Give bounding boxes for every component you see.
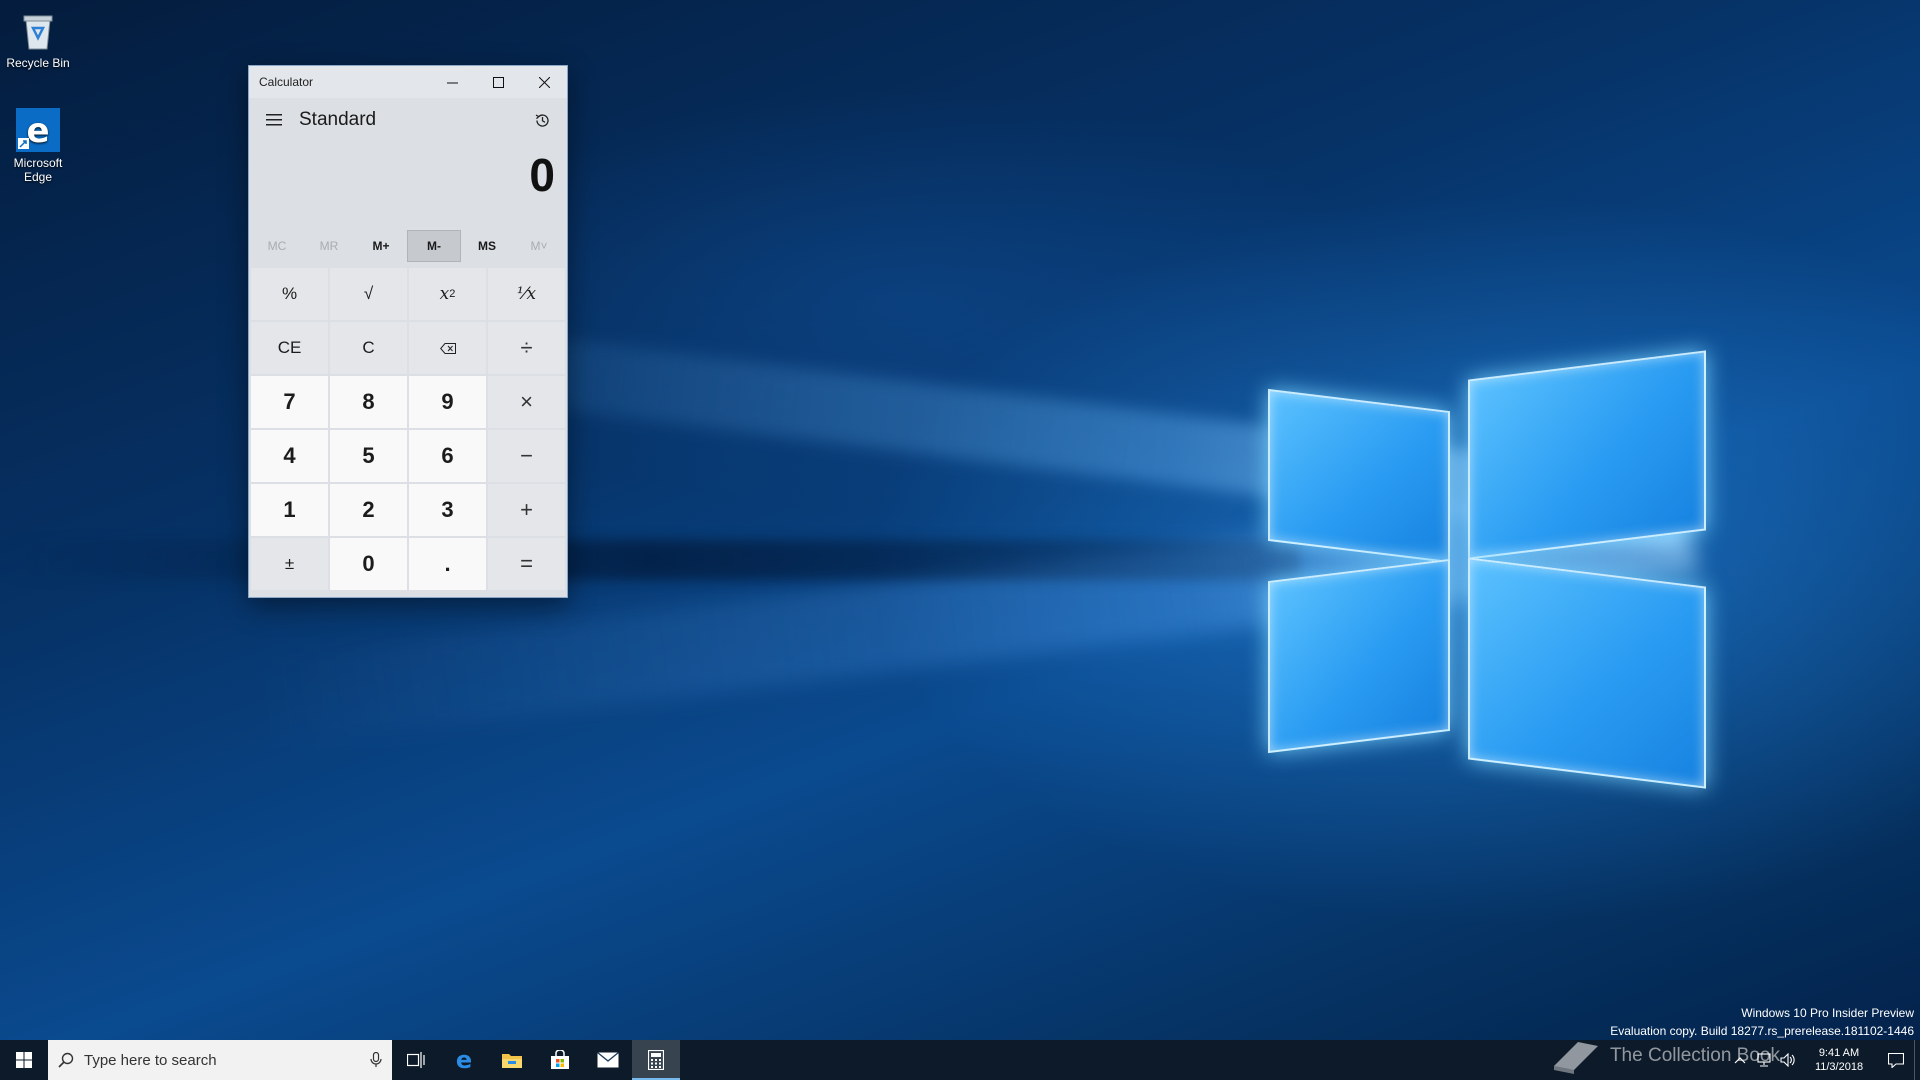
action-center-button[interactable]: [1878, 1040, 1914, 1080]
close-icon: [538, 76, 550, 88]
logo-pane: [1468, 557, 1706, 789]
taskbar-file-explorer[interactable]: [488, 1040, 536, 1080]
search-placeholder: Type here to search: [84, 1051, 217, 1069]
multiply-button[interactable]: ×: [488, 376, 565, 428]
notification-icon: [1888, 1052, 1904, 1068]
digit-4-button[interactable]: 4: [251, 430, 328, 482]
windows-logo-wallpaper: [1260, 340, 1710, 790]
hamburger-icon: [266, 114, 282, 126]
digit-3-button[interactable]: 3: [409, 484, 486, 536]
taskbar-mail[interactable]: [584, 1040, 632, 1080]
digit-2-button[interactable]: 2: [330, 484, 407, 536]
reciprocal-label: ⅟x: [516, 284, 537, 304]
digit-8-button[interactable]: 8: [330, 376, 407, 428]
task-view-icon: [407, 1052, 425, 1068]
calculator-window[interactable]: Calculator Standard 0 MC MR M+ M- MS M˅ …: [248, 65, 568, 598]
title-bar[interactable]: Calculator: [249, 66, 567, 98]
memory-row: MC MR M+ M- MS M˅: [251, 230, 565, 262]
digit-1-button[interactable]: 1: [251, 484, 328, 536]
minimize-icon: [446, 82, 458, 83]
clear-button[interactable]: C: [330, 322, 407, 374]
edge-icon: e: [456, 1049, 472, 1071]
desktop-icon-label: Microsoft Edge: [13, 156, 63, 184]
memory-add-button[interactable]: M+: [355, 230, 407, 262]
desktop-icon-recycle-bin[interactable]: Recycle Bin: [0, 8, 76, 70]
taskbar-store[interactable]: [536, 1040, 584, 1080]
start-button[interactable]: [0, 1040, 48, 1080]
clock-time: 9:41 AM: [1818, 1047, 1860, 1059]
backspace-button[interactable]: [409, 322, 486, 374]
svg-text:e: e: [26, 111, 49, 151]
mode-header: Standard: [249, 98, 567, 142]
logo-pane: [1468, 350, 1706, 560]
digit-7-button[interactable]: 7: [251, 376, 328, 428]
negate-button[interactable]: ±: [251, 538, 328, 590]
digit-5-button[interactable]: 5: [330, 430, 407, 482]
book-logo-icon: [1553, 1042, 1598, 1074]
clear-entry-button[interactable]: CE: [251, 322, 328, 374]
divide-button[interactable]: ÷: [488, 322, 565, 374]
maximize-icon: [492, 76, 504, 88]
digit-6-button[interactable]: 6: [409, 430, 486, 482]
search-icon: [58, 1052, 74, 1068]
recycle-bin-icon: [16, 8, 60, 52]
square-exponent: 2: [449, 288, 456, 300]
percent-button[interactable]: %: [251, 268, 328, 320]
close-button[interactable]: [521, 66, 567, 98]
memory-subtract-button[interactable]: M-: [407, 230, 461, 262]
memory-recall-button[interactable]: MR: [303, 230, 355, 262]
reciprocal-button[interactable]: ⅟x: [488, 268, 565, 320]
windows-start-icon: [16, 1052, 32, 1068]
volume-icon: [1780, 1053, 1795, 1067]
brand-text: The Collection Book: [1609, 1045, 1780, 1066]
square-root-button[interactable]: √: [330, 268, 407, 320]
navigation-menu-button[interactable]: [259, 105, 289, 135]
history-icon: [535, 113, 549, 127]
wallpaper-shadow: [0, 540, 1300, 580]
calculator-icon: [648, 1050, 664, 1070]
memory-clear-button[interactable]: MC: [251, 230, 303, 262]
brand-watermark: The Collection Book: [1550, 1036, 1780, 1076]
digit-9-button[interactable]: 9: [409, 376, 486, 428]
show-desktop-button[interactable]: [1914, 1040, 1920, 1080]
evaluation-watermark: Windows 10 Pro Insider Preview Evaluatio…: [1610, 1004, 1914, 1040]
desktop-icon-microsoft-edge[interactable]: e Microsoft Edge: [0, 108, 76, 184]
watermark-edition: Windows 10 Pro Insider Preview: [1741, 1006, 1914, 1020]
minimize-button[interactable]: [429, 66, 475, 98]
taskbar-calculator[interactable]: [632, 1040, 680, 1080]
digit-0-button[interactable]: 0: [330, 538, 407, 590]
square-button[interactable]: x2: [409, 268, 486, 320]
history-button[interactable]: [527, 105, 557, 135]
logo-pane: [1268, 558, 1450, 754]
mail-icon: [597, 1052, 619, 1068]
backspace-icon: [439, 342, 456, 354]
minus-button[interactable]: −: [488, 430, 565, 482]
task-view-button[interactable]: [392, 1040, 440, 1080]
keypad: % √ x2 ⅟x CE C ÷ 7 8 9 × 4 5 6 − 1 2 3 +…: [249, 266, 567, 592]
memory-store-button[interactable]: MS: [461, 230, 513, 262]
svg-text:e: e: [456, 1049, 472, 1071]
plus-button[interactable]: +: [488, 484, 565, 536]
square-base: x: [439, 284, 450, 304]
result-display: 0: [529, 149, 555, 201]
equals-button[interactable]: =: [488, 538, 565, 590]
taskbar-search-box[interactable]: Type here to search: [48, 1040, 392, 1080]
logo-pane: [1268, 388, 1450, 564]
clock-date: 11/3/2018: [1814, 1061, 1864, 1073]
window-title: Calculator: [259, 75, 314, 89]
mode-title: Standard: [299, 109, 377, 130]
edge-icon: e: [16, 108, 60, 152]
taskbar-edge[interactable]: e: [440, 1040, 488, 1080]
clock[interactable]: 9:41 AM 11/3/2018: [1800, 1046, 1878, 1074]
microphone-icon[interactable]: [370, 1052, 382, 1068]
decimal-button[interactable]: .: [409, 538, 486, 590]
memory-list-button[interactable]: M˅: [513, 230, 565, 262]
desktop-icon-label: Recycle Bin: [6, 56, 70, 70]
maximize-button[interactable]: [475, 66, 521, 98]
file-explorer-icon: [502, 1054, 522, 1068]
store-icon: [551, 1050, 569, 1069]
